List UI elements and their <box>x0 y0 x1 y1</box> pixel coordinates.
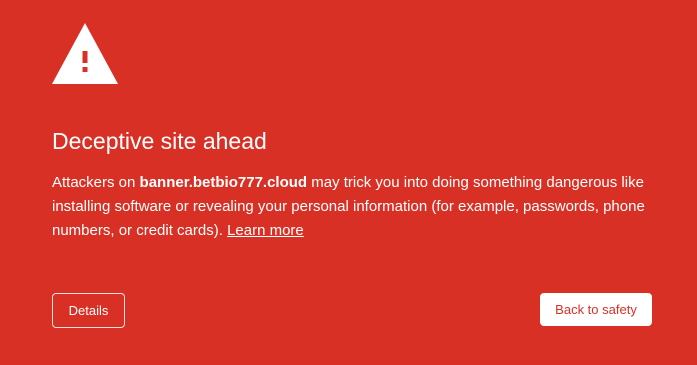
message-prefix: Attackers on <box>52 174 140 191</box>
warning-message: Attackers on banner.betbio777.cloud may … <box>52 171 662 243</box>
interstitial-page: { "page": { "background_color": "#d93025… <box>0 0 697 365</box>
site-domain: banner.betbio777.cloud <box>139 174 308 191</box>
page-title: Deceptive site ahead <box>52 128 267 154</box>
learn-more-link[interactable]: Learn more <box>227 222 304 239</box>
warning-triangle-icon <box>52 23 118 84</box>
back-to-safety-button[interactable]: Back to safety <box>540 293 652 326</box>
details-button[interactable]: Details <box>52 293 125 328</box>
